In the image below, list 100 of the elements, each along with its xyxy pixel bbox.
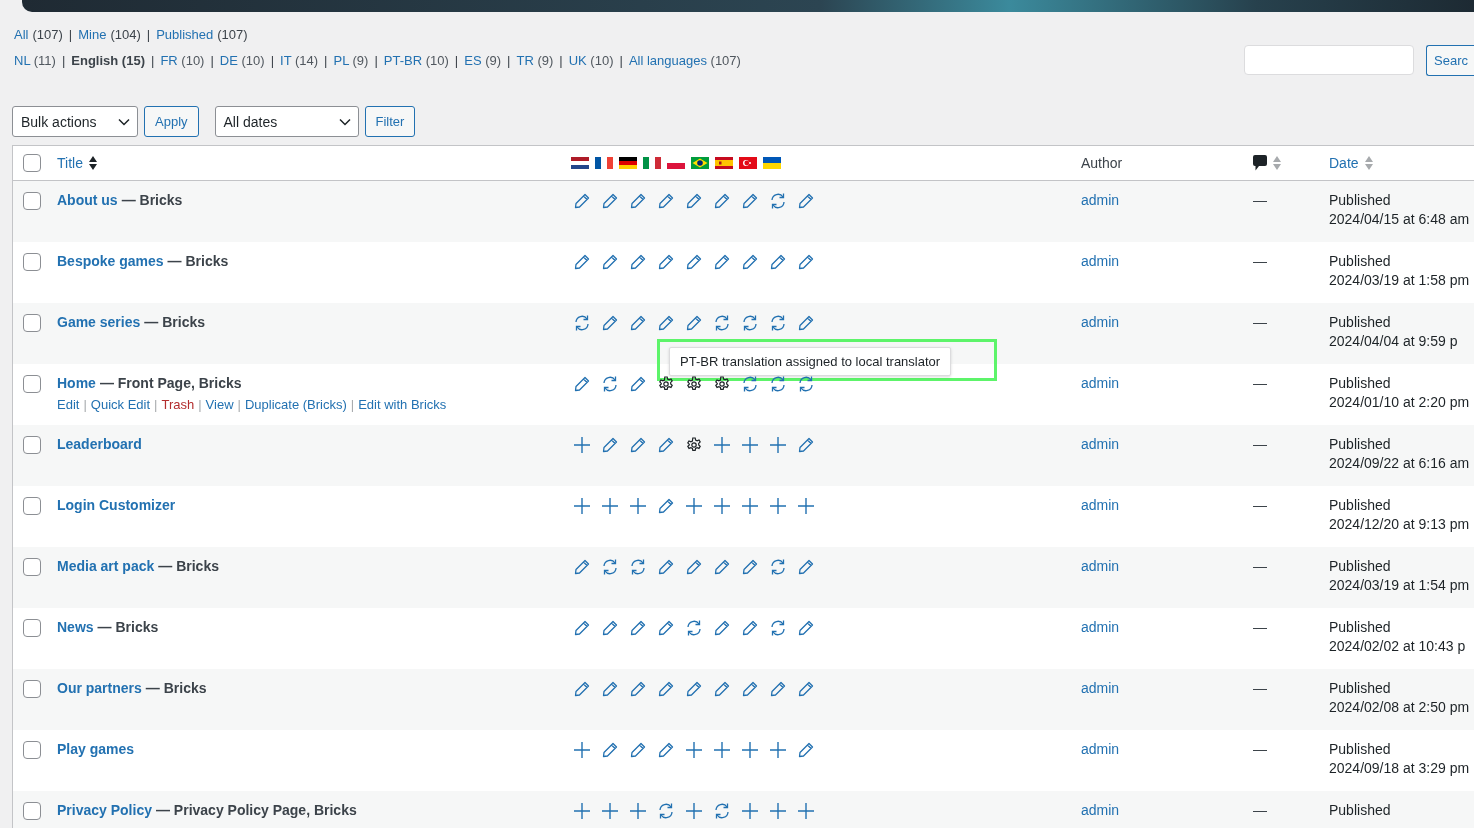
author-link[interactable]: admin	[1081, 558, 1120, 574]
plus-icon[interactable]	[770, 437, 786, 453]
author-link[interactable]: admin	[1081, 253, 1120, 269]
pencil-icon[interactable]	[714, 193, 730, 209]
pencil-icon[interactable]	[742, 193, 758, 209]
pencil-icon[interactable]	[602, 742, 618, 758]
pencil-icon[interactable]	[742, 620, 758, 636]
author-link[interactable]: admin	[1081, 192, 1120, 208]
pencil-icon[interactable]	[686, 559, 702, 575]
sync-icon[interactable]	[713, 802, 731, 820]
sync-icon[interactable]	[713, 314, 731, 332]
date-column-header[interactable]: Date	[1329, 155, 1359, 171]
pencil-icon[interactable]	[630, 437, 646, 453]
pencil-icon[interactable]	[770, 681, 786, 697]
language-filter[interactable]: PL (9)	[333, 52, 369, 68]
row-action-link[interactable]: View	[205, 397, 234, 412]
sync-icon[interactable]	[657, 802, 675, 820]
pencil-icon[interactable]	[630, 315, 646, 331]
checkbox[interactable]	[23, 680, 41, 698]
pencil-icon[interactable]	[602, 620, 618, 636]
post-title-link[interactable]: Our partners	[57, 680, 142, 696]
author-link[interactable]: admin	[1081, 314, 1120, 330]
pencil-icon[interactable]	[798, 559, 814, 575]
plus-icon[interactable]	[602, 498, 618, 514]
author-link[interactable]: admin	[1081, 802, 1120, 818]
pencil-icon[interactable]	[658, 681, 674, 697]
gear-icon[interactable]	[686, 437, 702, 453]
filter-link[interactable]: All	[14, 26, 29, 42]
pencil-icon[interactable]	[686, 254, 702, 270]
gear-icon[interactable]	[714, 376, 730, 392]
language-filter[interactable]: IT (14)	[280, 52, 319, 68]
plus-icon[interactable]	[770, 742, 786, 758]
trash-link[interactable]: Trash	[161, 397, 195, 412]
checkbox[interactable]	[23, 154, 41, 172]
plus-icon[interactable]	[742, 498, 758, 514]
pencil-icon[interactable]	[714, 620, 730, 636]
plus-icon[interactable]	[742, 437, 758, 453]
pencil-icon[interactable]	[602, 254, 618, 270]
pencil-icon[interactable]	[770, 254, 786, 270]
sync-icon[interactable]	[769, 619, 787, 637]
post-title-link[interactable]: Privacy Policy	[57, 802, 152, 818]
checkbox[interactable]	[23, 558, 41, 576]
sync-icon[interactable]	[629, 558, 647, 576]
plus-icon[interactable]	[574, 742, 590, 758]
plus-icon[interactable]	[602, 803, 618, 819]
language-filter[interactable]: PT-BR (10)	[383, 52, 449, 68]
pencil-icon[interactable]	[798, 620, 814, 636]
pencil-icon[interactable]	[574, 620, 590, 636]
filter-link[interactable]: Mine	[78, 26, 107, 42]
checkbox[interactable]	[23, 253, 41, 271]
pencil-icon[interactable]	[714, 681, 730, 697]
gear-icon[interactable]	[686, 376, 702, 392]
sync-icon[interactable]	[741, 314, 759, 332]
sync-icon[interactable]	[797, 375, 815, 393]
plus-icon[interactable]	[742, 803, 758, 819]
sync-icon[interactable]	[769, 558, 787, 576]
pencil-icon[interactable]	[686, 315, 702, 331]
plus-icon[interactable]	[770, 803, 786, 819]
row-action-link[interactable]: Duplicate (Bricks)	[244, 397, 347, 412]
pencil-icon[interactable]	[630, 193, 646, 209]
row-action-link[interactable]: Edit with Bricks	[358, 397, 447, 412]
row-action-link[interactable]: Edit	[57, 397, 80, 412]
pencil-icon[interactable]	[574, 681, 590, 697]
pencil-icon[interactable]	[798, 193, 814, 209]
pencil-icon[interactable]	[798, 681, 814, 697]
pencil-icon[interactable]	[574, 376, 590, 392]
plus-icon[interactable]	[686, 742, 702, 758]
pencil-icon[interactable]	[658, 620, 674, 636]
pencil-icon[interactable]	[630, 254, 646, 270]
pencil-icon[interactable]	[658, 315, 674, 331]
pencil-icon[interactable]	[658, 254, 674, 270]
pencil-icon[interactable]	[686, 681, 702, 697]
pencil-icon[interactable]	[630, 681, 646, 697]
author-link[interactable]: admin	[1081, 375, 1120, 391]
author-link[interactable]: admin	[1081, 436, 1120, 452]
checkbox[interactable]	[23, 802, 41, 820]
author-link[interactable]: admin	[1081, 619, 1120, 635]
sync-icon[interactable]	[769, 314, 787, 332]
author-link[interactable]: admin	[1081, 680, 1120, 696]
post-title-link[interactable]: Media art pack	[57, 558, 155, 574]
pencil-icon[interactable]	[798, 742, 814, 758]
filter-link[interactable]: Published	[156, 26, 214, 42]
plus-icon[interactable]	[714, 498, 730, 514]
checkbox[interactable]	[23, 619, 41, 637]
plus-icon[interactable]	[630, 498, 646, 514]
plus-icon[interactable]	[574, 498, 590, 514]
pencil-icon[interactable]	[574, 254, 590, 270]
pencil-icon[interactable]	[686, 193, 702, 209]
pencil-icon[interactable]	[630, 376, 646, 392]
pencil-icon[interactable]	[742, 559, 758, 575]
pencil-icon[interactable]	[798, 254, 814, 270]
bulk-actions-dropdown[interactable]: Bulk actions	[12, 106, 138, 137]
sync-icon[interactable]	[769, 192, 787, 210]
pencil-icon[interactable]	[602, 315, 618, 331]
pencil-icon[interactable]	[742, 254, 758, 270]
pencil-icon[interactable]	[658, 437, 674, 453]
pencil-icon[interactable]	[658, 559, 674, 575]
sync-icon[interactable]	[573, 314, 591, 332]
checkbox[interactable]	[23, 497, 41, 515]
pencil-icon[interactable]	[798, 437, 814, 453]
